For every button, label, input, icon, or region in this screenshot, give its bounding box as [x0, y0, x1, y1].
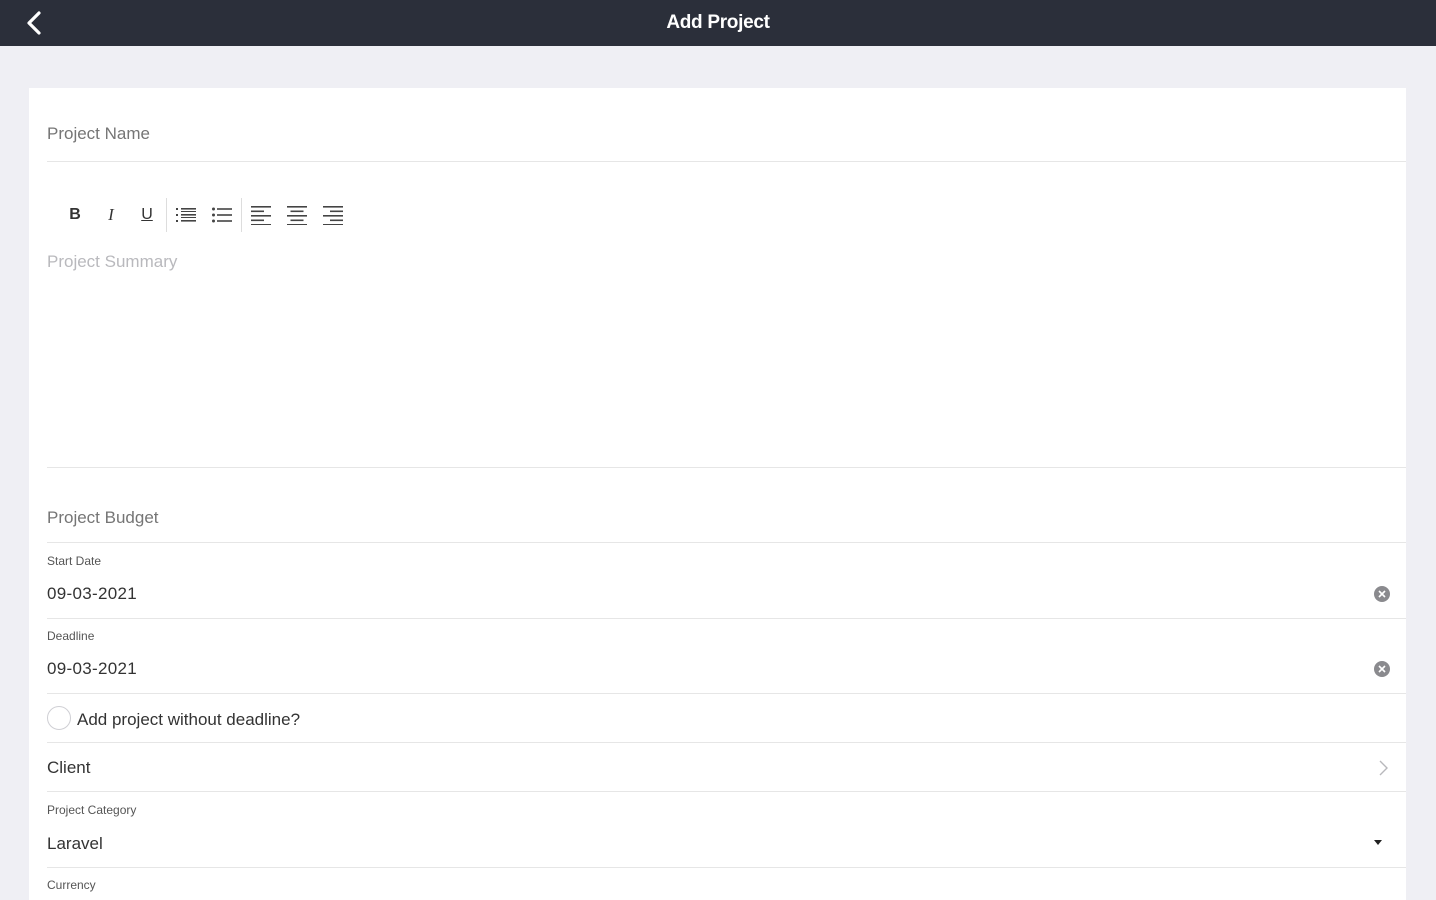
client-row[interactable]: Client [47, 743, 1406, 792]
form-card: B I U [29, 88, 1406, 900]
ordered-list-icon [176, 208, 196, 222]
ordered-list-button[interactable] [168, 201, 204, 229]
bullet-list-icon [212, 207, 232, 223]
project-budget-row [47, 468, 1406, 543]
bold-button[interactable]: B [57, 201, 93, 229]
underline-button[interactable]: U [129, 201, 165, 229]
align-right-icon [323, 206, 343, 225]
currency-row[interactable]: Currency [47, 868, 1406, 900]
align-center-button[interactable] [279, 201, 315, 229]
no-deadline-row: Add project without deadline? [47, 694, 1406, 743]
close-icon [1378, 665, 1386, 673]
page-title: Add Project [666, 12, 770, 33]
align-left-icon [251, 206, 271, 225]
project-budget-input[interactable] [47, 508, 1347, 528]
chevron-right-icon [1379, 760, 1388, 776]
project-summary-input[interactable]: Project Summary [47, 252, 1367, 462]
italic-icon: I [108, 205, 114, 224]
italic-button[interactable]: I [93, 201, 129, 229]
project-name-input[interactable] [47, 124, 1347, 144]
project-category-row[interactable]: Project Category Laravel [47, 792, 1406, 868]
align-left-button[interactable] [243, 201, 279, 229]
align-center-icon [287, 206, 307, 225]
deadline-value: 09-03-2021 [47, 659, 137, 678]
editor-toolbar: B I U [57, 198, 351, 232]
deadline-row[interactable]: Deadline 09-03-2021 [47, 619, 1406, 694]
close-icon [1378, 590, 1386, 598]
start-date-clear-button[interactable] [1374, 586, 1390, 602]
start-date-value: 09-03-2021 [47, 584, 137, 603]
top-bar: Add Project [0, 0, 1436, 46]
currency-label: Currency [47, 878, 96, 892]
start-date-label: Start Date [47, 554, 102, 568]
align-right-button[interactable] [315, 201, 351, 229]
bold-icon: B [69, 206, 81, 223]
toolbar-divider [241, 198, 242, 232]
no-deadline-checkbox[interactable] [47, 706, 71, 730]
deadline-clear-button[interactable] [1374, 661, 1390, 677]
project-name-row [47, 88, 1406, 162]
project-category-value: Laravel [47, 834, 103, 853]
project-category-label: Project Category [47, 803, 137, 817]
no-deadline-label: Add project without deadline? [77, 710, 301, 729]
caret-down-icon [1374, 840, 1382, 845]
start-date-row[interactable]: Start Date 09-03-2021 [47, 543, 1406, 619]
bullet-list-button[interactable] [204, 201, 240, 229]
underline-icon: U [141, 206, 153, 223]
toolbar-divider [166, 198, 167, 232]
client-label: Client [47, 758, 91, 777]
deadline-label: Deadline [47, 629, 95, 643]
